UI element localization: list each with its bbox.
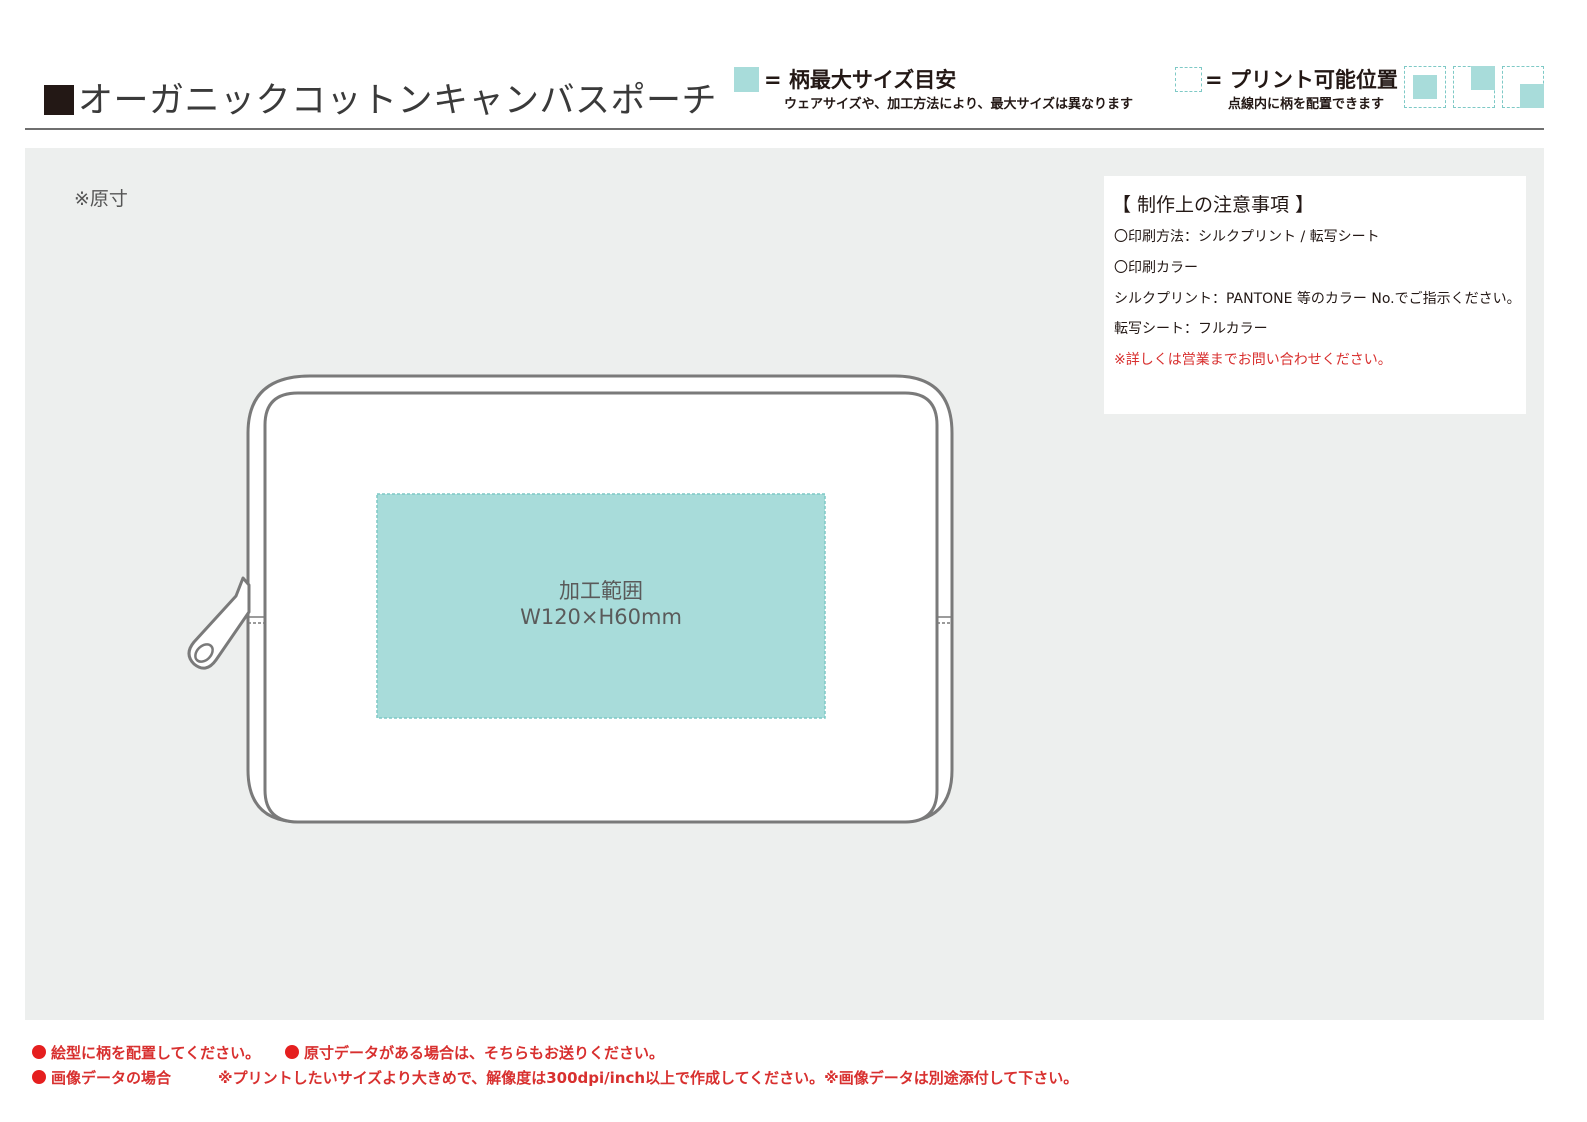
note-transfer-sheet: 転写シート：フルカラー xyxy=(1114,321,1268,337)
legend-printable-area-subtitle: 点線内に柄を配置できます xyxy=(1228,97,1385,112)
red-dot-icon xyxy=(32,1045,46,1059)
footer-instruction-2: 原寸データがある場合は、そちらもお送りください。 xyxy=(285,1042,664,1063)
footer-image-data-instructions: ※プリントしたいサイズより大きめで、解像度は300dpi/inch以上で作成して… xyxy=(218,1069,1079,1087)
max-size-swatch-icon xyxy=(734,67,759,92)
footer-instruction-1-text: 絵型に柄を配置してください。 xyxy=(51,1044,261,1062)
legend-max-size-subtitle: ウェアサイズや、加工方法により、最大サイズは異なります xyxy=(784,97,1134,112)
note-print-color: 〇印刷カラー xyxy=(1114,260,1198,276)
square-bullet-icon xyxy=(44,85,74,115)
red-dot-icon xyxy=(32,1070,46,1084)
scale-note: ※原寸 xyxy=(74,188,128,210)
red-dot-icon xyxy=(285,1045,299,1059)
legend-printable-area-title: = プリント可能位置 xyxy=(1205,68,1398,92)
notes-title: 【 制作上の注意事項 】 xyxy=(1112,194,1315,216)
note-silk-print: シルクプリント：PANTONE 等のカラー No.でご指示ください。 xyxy=(1114,291,1521,307)
footer-instruction-3: 画像データの場合 xyxy=(32,1067,171,1088)
placement-top-right-icon xyxy=(1453,66,1495,108)
zipper-pull-icon xyxy=(187,576,251,670)
placement-center-icon xyxy=(1404,66,1446,108)
printable-area-swatch-icon xyxy=(1175,67,1202,92)
print-area-title: 加工範囲 xyxy=(559,579,643,603)
footer-image-data-label: 画像データの場合 xyxy=(51,1069,172,1087)
print-area-size: W120×H60mm xyxy=(520,605,682,629)
print-area-label: 加工範囲 W120×H60mm xyxy=(377,578,825,630)
note-print-method: 〇印刷方法：シルクプリント / 転写シート xyxy=(1114,229,1380,245)
footer-instruction-2-text: 原寸データがある場合は、そちらもお送りください。 xyxy=(304,1044,665,1062)
page-title: オーガニックコットンキャンバスポーチ xyxy=(44,72,717,123)
header-divider xyxy=(25,128,1544,130)
legend-max-size-title: = 柄最大サイズ目安 xyxy=(764,68,957,92)
note-contact-sales: ※詳しくは営業までお問い合わせください。 xyxy=(1114,352,1392,368)
placement-bottom-right-icon xyxy=(1502,66,1544,108)
footer-instruction-1: 絵型に柄を配置してください。 xyxy=(32,1042,260,1063)
page-title-text: オーガニックコットンキャンバスポーチ xyxy=(78,81,718,121)
